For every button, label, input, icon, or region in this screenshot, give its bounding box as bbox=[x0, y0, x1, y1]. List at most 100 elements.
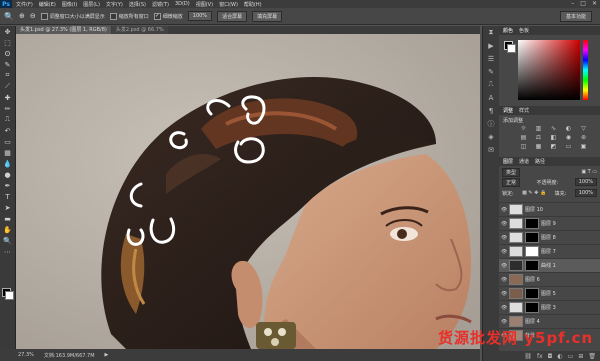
actual-pixels-button[interactable]: 100% bbox=[187, 11, 213, 21]
add-mask-icon[interactable]: ◘ bbox=[548, 353, 553, 360]
posterize-icon[interactable]: ▦ bbox=[532, 143, 545, 150]
visibility-eye-icon[interactable]: 👁 bbox=[501, 319, 507, 325]
layer-name[interactable]: 曲线 1 bbox=[541, 262, 556, 269]
black-white-icon[interactable]: ◧ bbox=[547, 134, 560, 141]
zoom-level[interactable]: 27.3% bbox=[18, 352, 34, 358]
history-panel-icon[interactable]: ⧗ bbox=[483, 26, 499, 39]
vibrance-icon[interactable]: ▽ bbox=[577, 125, 590, 132]
dodge-tool-icon[interactable]: ● bbox=[0, 169, 15, 180]
fill-input[interactable]: 100% bbox=[574, 189, 597, 197]
visibility-eye-icon[interactable]: 👁 bbox=[501, 235, 507, 241]
levels-icon[interactable]: ▥ bbox=[532, 125, 545, 132]
menu-view[interactable]: 视图(V) bbox=[196, 1, 213, 8]
minimize-icon[interactable]: – bbox=[571, 0, 574, 7]
pen-tool-icon[interactable]: ✒ bbox=[0, 180, 15, 191]
scrubby-zoom-checkbox[interactable]: ✓ bbox=[153, 12, 161, 20]
properties-panel-icon[interactable]: ☰ bbox=[483, 52, 499, 65]
status-arrow-icon[interactable]: ▶ bbox=[105, 352, 109, 358]
tab-channels[interactable]: 通道 bbox=[519, 158, 529, 165]
quick-select-tool-icon[interactable]: ✎ bbox=[0, 59, 15, 70]
layer-name[interactable]: 图层 6 bbox=[525, 276, 540, 283]
link-layers-icon[interactable]: ⛓ bbox=[524, 353, 532, 360]
zoom-out-icon[interactable]: ⊖ bbox=[30, 12, 36, 20]
tab-color[interactable]: 颜色 bbox=[503, 27, 513, 34]
layer-row[interactable]: 👁 图层 8 bbox=[499, 230, 600, 244]
filter-icons[interactable]: ▣ T ▭ bbox=[581, 169, 597, 175]
close-icon[interactable]: ✕ bbox=[592, 0, 597, 7]
menu-window[interactable]: 窗口(W) bbox=[219, 1, 238, 8]
brush-panel-icon[interactable]: ✎ bbox=[483, 65, 499, 78]
selective-color-icon[interactable]: ▣ bbox=[577, 143, 590, 150]
fit-screen-button[interactable]: 适合屏幕 bbox=[217, 10, 248, 22]
layer-kind-filter[interactable]: 类型 bbox=[502, 167, 521, 177]
panel-background-swatch[interactable] bbox=[507, 44, 516, 53]
fill-screen-button[interactable]: 填充屏幕 bbox=[252, 10, 283, 22]
layer-row[interactable]: 👁 图层 7 bbox=[499, 244, 600, 258]
eraser-tool-icon[interactable]: ▭ bbox=[0, 136, 15, 147]
menu-filter[interactable]: 滤镜(T) bbox=[152, 1, 169, 8]
new-layer-icon[interactable]: ⊞ bbox=[578, 353, 583, 360]
tab-styles[interactable]: 样式 bbox=[519, 107, 529, 114]
brightness-icon[interactable]: ☼ bbox=[517, 125, 530, 132]
menu-image[interactable]: 图像(I) bbox=[62, 1, 77, 8]
zoom-all-option[interactable]: 缩放所有窗口 bbox=[109, 12, 149, 20]
hue-slider[interactable] bbox=[583, 40, 588, 100]
menu-file[interactable]: 文件(F) bbox=[16, 1, 33, 8]
color-picker-field[interactable] bbox=[518, 40, 580, 100]
color-balance-icon[interactable]: ⚖ bbox=[532, 134, 545, 141]
maximize-icon[interactable]: □ bbox=[580, 0, 586, 7]
workspace-switcher[interactable]: 基本功能 bbox=[559, 11, 592, 22]
zoom-in-icon[interactable]: ⊕ bbox=[19, 12, 25, 20]
move-tool-icon[interactable]: ✥ bbox=[0, 26, 15, 37]
layer-row[interactable]: 👁 图层 5 bbox=[499, 286, 600, 300]
blend-mode-select[interactable]: 正常 bbox=[502, 177, 521, 187]
layer-mask[interactable] bbox=[525, 232, 539, 243]
gradient-map-icon[interactable]: ▭ bbox=[562, 143, 575, 150]
menu-help[interactable]: 帮助(H) bbox=[244, 1, 262, 8]
menu-select[interactable]: 选择(S) bbox=[129, 1, 146, 8]
tab-swatches[interactable]: 色板 bbox=[519, 27, 529, 34]
tab-adjustments[interactable]: 调整 bbox=[503, 107, 513, 114]
marquee-tool-icon[interactable]: ⬚ bbox=[0, 37, 15, 48]
layer-name[interactable]: 图层 8 bbox=[541, 234, 556, 241]
paragraph-panel-icon[interactable]: ¶ bbox=[483, 104, 499, 117]
layer-name[interactable]: 图层 10 bbox=[525, 206, 543, 213]
document-tab-active[interactable]: 头发1.psd @ 27.3% (图层 1, RGB/8) bbox=[16, 26, 111, 34]
layer-name[interactable]: 图层 4 bbox=[525, 318, 540, 325]
layer-name[interactable]: 图层 9 bbox=[541, 220, 556, 227]
path-select-icon[interactable]: ➤ bbox=[0, 202, 15, 213]
layer-mask[interactable] bbox=[525, 218, 539, 229]
layer-row[interactable]: 👁 图层 6 bbox=[499, 272, 600, 286]
lasso-tool-icon[interactable]: ʘ bbox=[0, 48, 15, 59]
visibility-eye-icon[interactable]: 👁 bbox=[501, 277, 507, 283]
zoom-tool-icon[interactable]: 🔍 bbox=[4, 12, 14, 21]
menu-3d[interactable]: 3D(D) bbox=[175, 1, 190, 8]
layer-mask[interactable] bbox=[525, 260, 539, 271]
more-tools-icon[interactable]: ⋯ bbox=[0, 246, 15, 257]
visibility-eye-icon[interactable]: 👁 bbox=[501, 263, 507, 269]
actions-panel-icon[interactable]: ▶ bbox=[483, 39, 499, 52]
layer-name[interactable]: 图层 7 bbox=[541, 248, 556, 255]
layer-row[interactable]: 👁 图层 4 bbox=[499, 314, 600, 328]
hand-tool-icon[interactable]: ✋ bbox=[0, 224, 15, 235]
layer-row[interactable]: 👁 图层 9 bbox=[499, 216, 600, 230]
invert-icon[interactable]: ◫ bbox=[517, 143, 530, 150]
channel-mixer-icon[interactable]: ⊛ bbox=[577, 134, 590, 141]
character-panel-icon[interactable]: A bbox=[483, 91, 499, 104]
new-adjustment-icon[interactable]: ◐ bbox=[557, 353, 562, 360]
clone-stamp-icon[interactable]: ⎍ bbox=[0, 114, 15, 125]
tab-layers[interactable]: 图层 bbox=[503, 158, 513, 165]
tab-paths[interactable]: 路径 bbox=[535, 158, 545, 165]
menu-edit[interactable]: 编辑(E) bbox=[39, 1, 56, 8]
layer-row[interactable]: 👁 图层 3 bbox=[499, 300, 600, 314]
crop-tool-icon[interactable]: ⌗ bbox=[0, 70, 15, 81]
photo-filter-icon[interactable]: ◉ bbox=[562, 134, 575, 141]
info-panel-icon[interactable]: ⓘ bbox=[483, 117, 499, 130]
gradient-tool-icon[interactable]: ▦ bbox=[0, 147, 15, 158]
history-brush-icon[interactable]: ↶ bbox=[0, 125, 15, 136]
visibility-eye-icon[interactable]: 👁 bbox=[501, 305, 507, 311]
blur-tool-icon[interactable]: 💧 bbox=[0, 158, 15, 169]
notes-panel-icon[interactable]: ✉ bbox=[483, 143, 499, 156]
threshold-icon[interactable]: ◩ bbox=[547, 143, 560, 150]
document-canvas[interactable] bbox=[16, 34, 480, 349]
